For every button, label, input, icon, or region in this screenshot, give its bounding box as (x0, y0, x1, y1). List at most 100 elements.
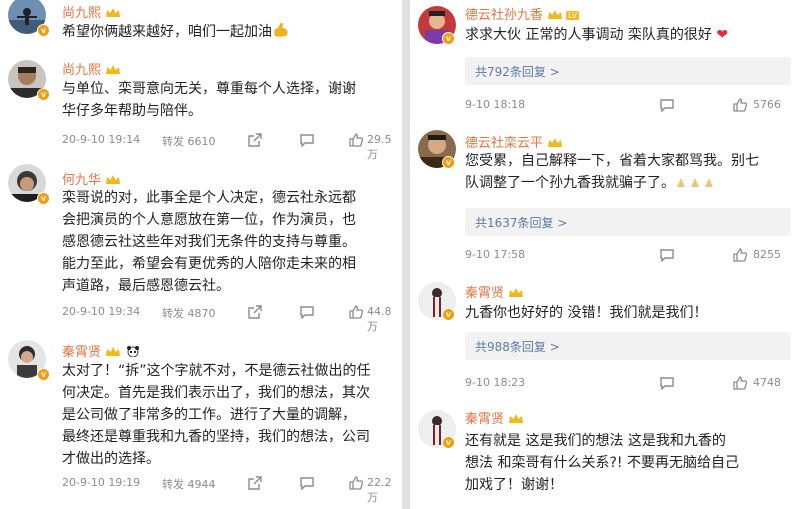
comment-line: 能力至此，希望会有更优秀的人陪你走未来的相 (62, 256, 356, 272)
crown-icon (547, 137, 563, 148)
replies-count[interactable]: 共792条回复 > (475, 63, 560, 80)
comment-line: 才做出的选择。 (62, 451, 160, 467)
share-icon[interactable] (248, 133, 262, 147)
timestamp: 9-10 17:58 (465, 248, 526, 261)
clap-emoji-icon (675, 174, 719, 196)
timestamp: 9-10 18:18 (465, 98, 526, 111)
comment-meta: 20-9-10 19:14 转发 6610 29.5万 (62, 133, 394, 161)
comment-line: 求求大伙 正常的人事调动 栾队真的很好 (465, 27, 712, 43)
timestamp: 9-10 18:23 (465, 376, 526, 389)
like-count: 5766 (753, 98, 781, 111)
comment-icon[interactable] (660, 98, 674, 112)
like-icon[interactable] (349, 133, 363, 147)
comment-line: 加戏了！谢谢！ (465, 477, 563, 493)
share-icon[interactable] (248, 476, 262, 490)
username[interactable]: 德云社孙九香 LV (465, 4, 580, 23)
comment-line: 想法 和栾哥有什么关系?! 不要再无脑给自己 (465, 455, 739, 471)
crown-icon (105, 346, 121, 357)
repost-count[interactable]: 转发 4944 (162, 476, 216, 492)
verified-badge-icon: v (442, 156, 455, 169)
comment-line: 希望你俩越来越好，咱们一起加油 (62, 24, 272, 40)
comment-line: 华仔多年帮助与陪伴。 (62, 103, 202, 119)
left-comment-panel: v 尚九熙 希望你俩越来越好，咱们一起加油 v 尚九熙 与单位、栾哥意向无关，尊… (0, 0, 402, 509)
replies-count[interactable]: 共1637条回复 > (475, 214, 567, 231)
crown-icon (508, 413, 524, 424)
replies-count[interactable]: 共988条回复 > (475, 338, 560, 355)
comment-line: 声道路，最后感恩德云社。 (62, 278, 230, 294)
comment-text: 还有就是 这是我们的想法 这是我和九香的 想法 和栾哥有什么关系?! 不要再无脑… (465, 430, 739, 496)
crown-icon (508, 287, 524, 298)
comment-line: 最终还是尊重我和九香的坚持，我们的想法，公司 (62, 429, 370, 445)
comment-line: 栾哥说的对，此事全是个人决定，德云社永远都 (62, 190, 356, 206)
username-text[interactable]: 尚九熙 (62, 6, 101, 21)
comment-item: v 德云社栾云平 您受累，自己解释一下，省着大家都骂我。别七 队调整了一个孙九香… (410, 124, 800, 272)
comment-text: 太对了！“拆”这个字就不对，不是德云社做出的任 何决定。首先是我们表示出了，我们… (62, 360, 371, 470)
comment-icon[interactable] (300, 133, 314, 147)
replies-link[interactable]: 共988条回复 > (465, 332, 791, 360)
comment-line: 是公司做了非常多的工作。进行了大量的调解， (62, 407, 356, 423)
like-icon[interactable] (733, 248, 747, 262)
crown-icon (105, 64, 121, 75)
like-icon[interactable] (733, 376, 747, 390)
level-badge: LV (566, 11, 580, 20)
comment-line: 与单位、栾哥意向无关，尊重每个人选择，谢谢 (62, 81, 356, 97)
username[interactable]: 尚九熙 (62, 59, 121, 78)
verified-badge-icon: v (37, 88, 50, 101)
username[interactable]: 秦霄贤 (465, 408, 524, 427)
username-text[interactable]: 尚九熙 (62, 63, 101, 78)
flex-emoji-icon (272, 22, 290, 45)
username-text[interactable]: 何九华 (62, 173, 101, 188)
repost-count[interactable]: 转发 6610 (162, 133, 216, 149)
comment-icon[interactable] (660, 376, 674, 390)
comment-text: 与单位、栾哥意向无关，尊重每个人选择，谢谢 华仔多年帮助与陪伴。 (62, 78, 356, 122)
username-text[interactable]: 秦霄贤 (465, 286, 504, 301)
verified-badge-icon: v (37, 24, 50, 37)
username[interactable]: 秦霄贤 (465, 282, 524, 301)
comment-meta: 9-10 18:18 5766 (465, 98, 792, 114)
like-icon[interactable] (349, 476, 363, 490)
crown-icon (105, 174, 121, 185)
verified-badge-icon: v (442, 436, 455, 449)
share-icon[interactable] (248, 305, 262, 319)
username[interactable]: 何九华 (62, 169, 121, 188)
comment-item: v 何九华 栾哥说的对，此事全是个人决定，德云社永远都 会把演员的个人意愿放在第… (0, 160, 402, 333)
right-comment-panel: v 德云社孙九香 LV 求求大伙 正常的人事调动 栾队真的很好 ❤ 共792条回复… (410, 0, 800, 509)
username-text[interactable]: 德云社孙九香 (465, 8, 543, 23)
comment-line: 感恩德云社这些年对我们无条件的支持与尊重。 (62, 234, 356, 250)
comment-icon[interactable] (300, 305, 314, 319)
comment-meta: 20-9-10 19:19 转发 4944 22.2万 (62, 476, 394, 504)
replies-link[interactable]: 共792条回复 > (465, 57, 791, 85)
comment-text: 希望你俩越来越好，咱们一起加油 (62, 21, 290, 45)
verified-badge-icon: v (442, 308, 455, 321)
timestamp: 20-9-10 19:14 (62, 133, 141, 146)
username[interactable]: 尚九熙 (62, 2, 121, 21)
comment-line: 九香你也好好的 没错！我们就是我们！ (465, 305, 708, 321)
comment-icon[interactable] (660, 248, 674, 262)
username-text[interactable]: 德云社栾云平 (465, 136, 543, 151)
username[interactable]: 秦霄贤 (62, 341, 141, 360)
comment-icon[interactable] (300, 476, 314, 490)
like-count: 8255 (753, 248, 781, 261)
comment-line: 还有就是 这是我们的想法 这是我和九香的 (465, 433, 726, 449)
heart-icon: ❤ (716, 27, 729, 43)
comment-meta: 9-10 17:58 8255 (465, 248, 792, 264)
comment-item: v 尚九熙 希望你俩越来越好，咱们一起加油 (0, 0, 402, 50)
like-count: 29.5万 (367, 133, 392, 161)
username[interactable]: 德云社栾云平 (465, 132, 563, 151)
crown-icon (105, 7, 121, 18)
username-text[interactable]: 秦霄贤 (465, 412, 504, 427)
like-icon[interactable] (733, 98, 747, 112)
username-text[interactable]: 秦霄贤 (62, 345, 101, 360)
repost-count[interactable]: 转发 4870 (162, 305, 216, 321)
like-icon[interactable] (349, 305, 363, 319)
comment-meta: 9-10 18:23 4748 (465, 376, 792, 392)
comment-line: 何决定。首先是我们表示出了，我们的想法，其次 (62, 385, 370, 401)
comment-line: 队调整了一个孙九香我就骗子了。 (465, 175, 675, 191)
comment-line: 会把演员的个人意愿放在第一位，作为演员，也 (62, 212, 356, 228)
verified-badge-icon: v (442, 32, 455, 45)
replies-link[interactable]: 共1637条回复 > (465, 208, 791, 236)
verified-badge-icon: v (37, 368, 50, 381)
comment-meta: 20-9-10 19:34 转发 4870 44.8万 (62, 305, 394, 333)
comment-line: 您受累，自己解释一下，省着大家都骂我。别七 (465, 153, 759, 169)
timestamp: 20-9-10 19:34 (62, 305, 141, 318)
